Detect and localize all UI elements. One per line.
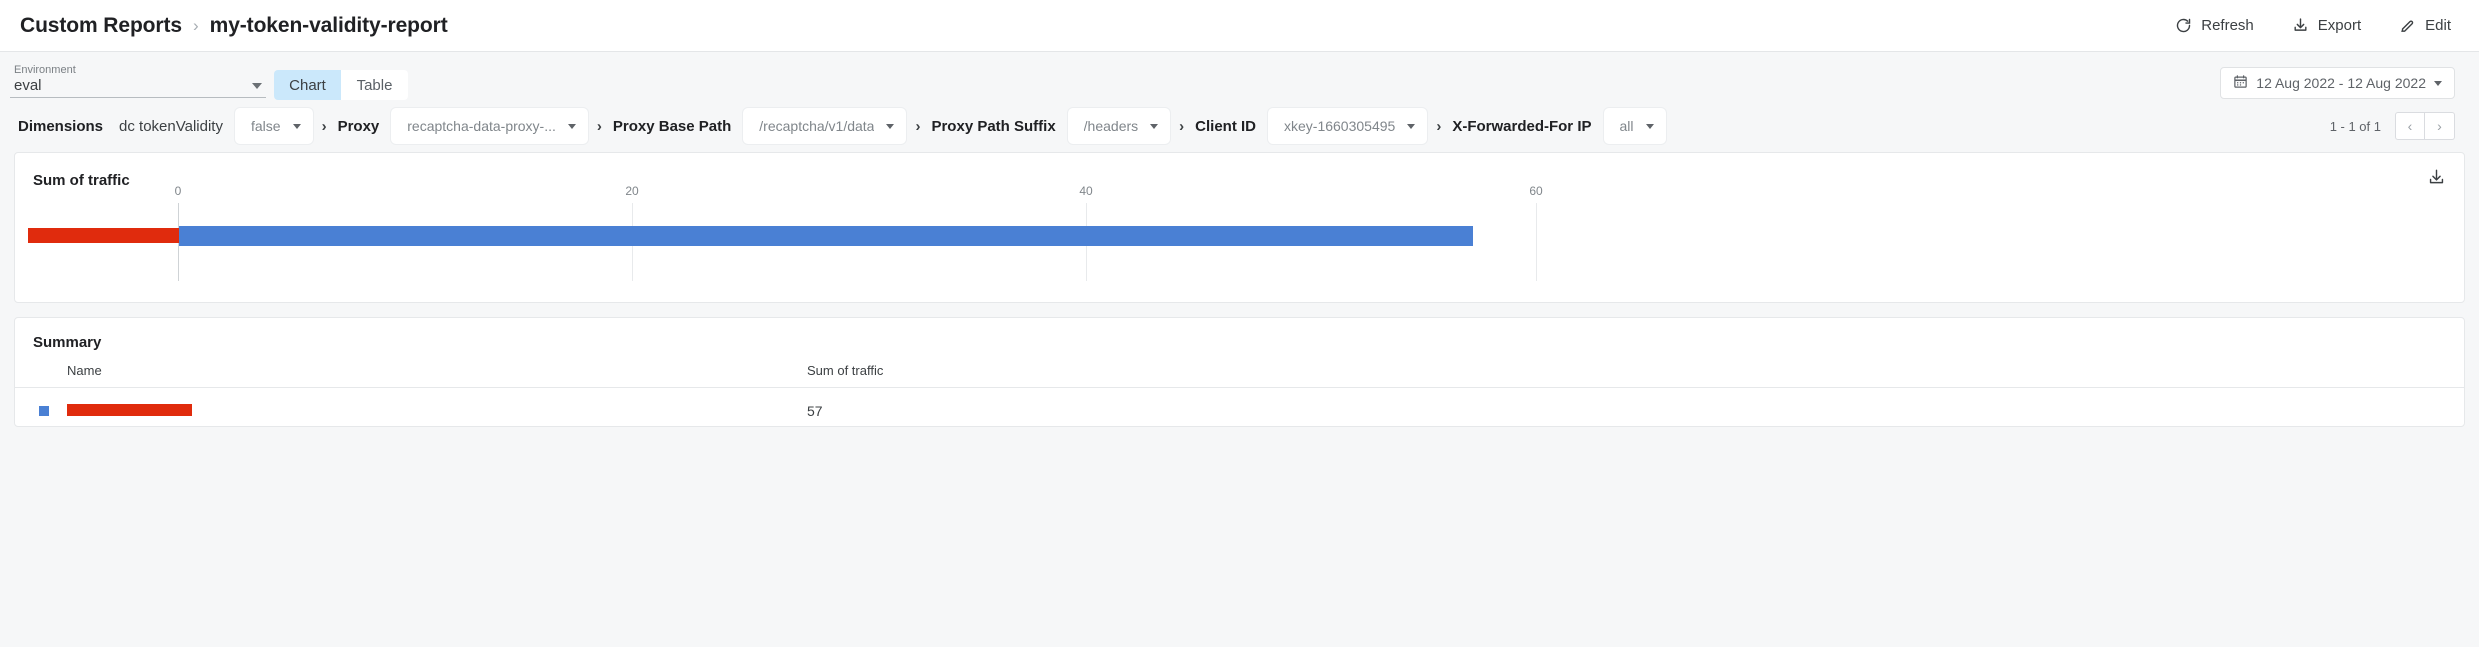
pagination-next-button[interactable]: › bbox=[2425, 112, 2455, 140]
chevron-down-icon bbox=[252, 82, 262, 89]
chevron-down-icon bbox=[1645, 123, 1654, 129]
export-label: Export bbox=[2317, 17, 2362, 34]
chevron-right-icon: › bbox=[596, 117, 602, 135]
dimension-value: false bbox=[250, 118, 281, 134]
date-range-value: 12 Aug 2022 - 12 Aug 2022 bbox=[2256, 75, 2426, 91]
refresh-icon bbox=[2175, 17, 2192, 34]
refresh-button[interactable]: Refresh bbox=[2175, 17, 2254, 34]
dimension-value: recaptcha-data-proxy-... bbox=[407, 118, 556, 134]
chart-card: Sum of traffic 0 20 40 60 bbox=[14, 152, 2465, 303]
row-name-cell bbox=[67, 388, 807, 422]
chevron-down-icon bbox=[1407, 123, 1416, 129]
top-bar: Custom Reports › my-token-validity-repor… bbox=[0, 0, 2479, 52]
calendar-icon bbox=[2233, 74, 2248, 92]
pagination-buttons: ‹ › bbox=[2395, 112, 2455, 140]
environment-label: Environment bbox=[14, 64, 76, 76]
gridline bbox=[1536, 203, 1537, 281]
bar-series-sum-of-traffic[interactable] bbox=[179, 226, 1473, 246]
controls-row: Environment eval Chart Table 12 Aug 2022… bbox=[0, 52, 2479, 100]
dimension-value-select[interactable]: /headers bbox=[1067, 108, 1171, 144]
dimension-client-id: › Client ID xkey-1660305495 bbox=[1170, 108, 1428, 144]
row-name-redaction bbox=[67, 404, 192, 416]
dimension-proxy-path-suffix: › Proxy Path Suffix /headers bbox=[906, 108, 1171, 144]
dimension-name: Proxy bbox=[337, 117, 380, 135]
export-button[interactable]: Export bbox=[2292, 17, 2361, 34]
chevron-down-icon bbox=[567, 123, 576, 129]
table-header-name: Name bbox=[67, 363, 807, 388]
environment-value: eval bbox=[14, 77, 42, 94]
dimension-proxy: › Proxy recaptcha-data-proxy-... bbox=[313, 108, 588, 144]
chevron-down-icon bbox=[292, 123, 301, 129]
pencil-icon bbox=[2399, 17, 2416, 34]
breadcrumb: Custom Reports › my-token-validity-repor… bbox=[20, 14, 448, 38]
summary-card: Summary Name Sum of traffic 57 bbox=[14, 317, 2465, 427]
dimensions-row: Dimensions dc tokenValidity false › Prox… bbox=[0, 100, 2479, 152]
tab-table[interactable]: Table bbox=[341, 70, 408, 100]
download-icon bbox=[2292, 17, 2309, 34]
dimension-value-select[interactable]: false bbox=[234, 108, 313, 144]
pagination-prev-button[interactable]: ‹ bbox=[2395, 112, 2425, 140]
refresh-label: Refresh bbox=[2201, 17, 2254, 34]
table-header-sum-of-traffic: Sum of traffic bbox=[807, 363, 2464, 388]
chevron-down-icon bbox=[1150, 123, 1159, 129]
x-tick-label: 40 bbox=[1079, 184, 1093, 198]
edit-button[interactable]: Edit bbox=[2399, 17, 2451, 34]
dimension-proxy-base-path: › Proxy Base Path /recaptcha/v1/data bbox=[588, 108, 907, 144]
legend-swatch-icon bbox=[39, 406, 49, 416]
table-header-swatch bbox=[15, 363, 67, 388]
chevron-right-icon: › bbox=[321, 117, 327, 135]
row-sum-of-traffic: 57 bbox=[807, 403, 823, 419]
dimension-name: Proxy Path Suffix bbox=[931, 117, 1056, 135]
x-tick-label: 20 bbox=[625, 184, 639, 198]
row-name bbox=[67, 401, 807, 421]
chevron-right-icon: › bbox=[915, 117, 921, 135]
x-tick-label: 0 bbox=[174, 184, 182, 198]
summary-title: Summary bbox=[33, 334, 102, 351]
dimension-name: X-Forwarded-For IP bbox=[1452, 117, 1592, 135]
table-header-row: Name Sum of traffic bbox=[15, 363, 2464, 388]
view-mode-tabs: Chart Table bbox=[274, 70, 408, 100]
chevron-right-icon: › bbox=[1179, 117, 1185, 135]
dimension-name: Proxy Base Path bbox=[612, 117, 732, 135]
tab-chart[interactable]: Chart bbox=[274, 70, 341, 100]
environment-field: Environment eval bbox=[10, 64, 266, 100]
dimension-name: Client ID bbox=[1195, 117, 1256, 135]
pagination-label: 1 - 1 of 1 bbox=[2329, 118, 2381, 134]
dimension-value: all bbox=[1619, 118, 1634, 134]
top-bar-actions: Refresh Export Edit bbox=[2175, 17, 2451, 34]
breadcrumb-root-link[interactable]: Custom Reports bbox=[20, 14, 182, 38]
dimension-value-select[interactable]: /recaptcha/v1/data bbox=[743, 108, 907, 144]
edit-label: Edit bbox=[2425, 17, 2451, 34]
chevron-right-icon: › bbox=[1436, 117, 1442, 135]
page-title: my-token-validity-report bbox=[209, 13, 448, 37]
row-color-swatch-cell bbox=[15, 388, 67, 422]
pagination: 1 - 1 of 1 ‹ › bbox=[2330, 112, 2455, 140]
summary-table: Name Sum of traffic 57 bbox=[15, 363, 2464, 421]
dimensions-label: Dimensions bbox=[18, 117, 104, 135]
environment-select[interactable]: eval bbox=[10, 77, 266, 98]
dimension-value: /headers bbox=[1083, 118, 1139, 134]
chart-plot-area: 0 20 40 60 bbox=[15, 153, 2464, 302]
table-row[interactable]: 57 bbox=[15, 388, 2464, 422]
dimension-name: dc tokenValidity bbox=[119, 117, 223, 135]
x-tick-label: 60 bbox=[1529, 184, 1543, 198]
dimension-value: /recaptcha/v1/data bbox=[759, 118, 875, 134]
dimension-value-select[interactable]: recaptcha-data-proxy-... bbox=[391, 108, 588, 144]
date-range-picker[interactable]: 12 Aug 2022 - 12 Aug 2022 bbox=[2220, 67, 2455, 99]
dimension-value-select[interactable]: all bbox=[1603, 108, 1666, 144]
chevron-down-icon bbox=[2434, 80, 2442, 86]
dimension-value: xkey-1660305495 bbox=[1284, 118, 1396, 134]
dimension-token-validity: dc tokenValidity false bbox=[119, 108, 313, 144]
breadcrumb-separator-icon: › bbox=[192, 16, 199, 35]
chevron-down-icon bbox=[886, 123, 895, 129]
dimension-value-select[interactable]: xkey-1660305495 bbox=[1268, 108, 1428, 144]
dimension-x-forwarded-for-ip: › X-Forwarded-For IP all bbox=[1427, 108, 1666, 144]
